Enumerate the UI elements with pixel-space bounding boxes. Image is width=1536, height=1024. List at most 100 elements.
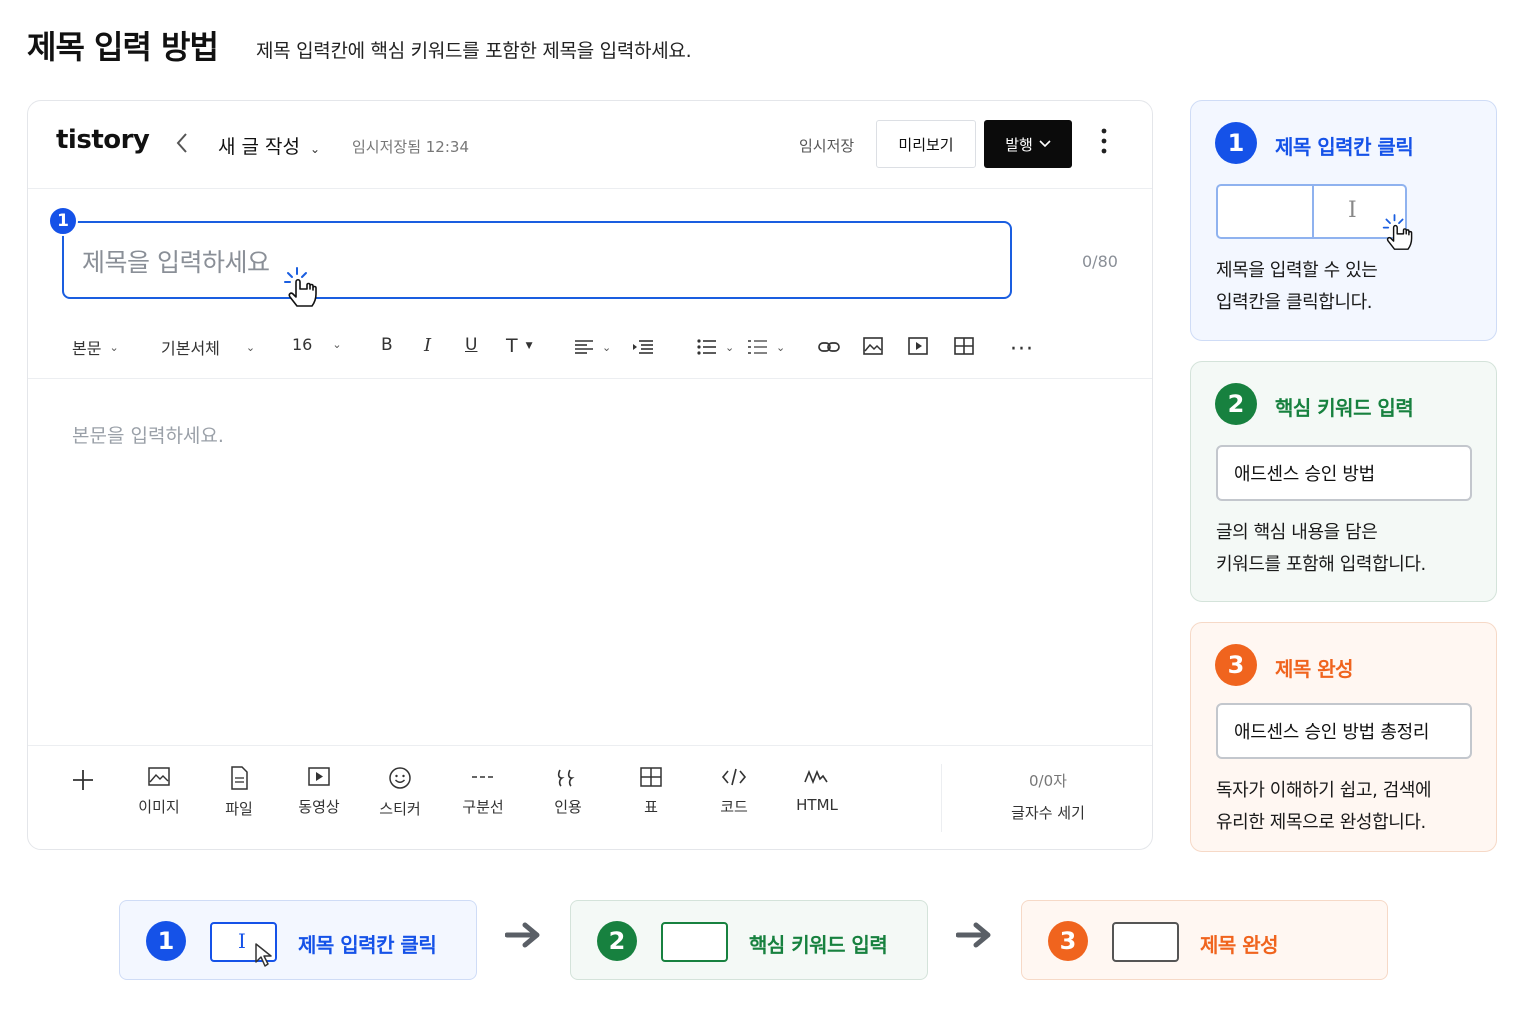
temp-save-button[interactable]: 임시저장: [799, 135, 854, 156]
publish-button[interactable]: 발행: [984, 120, 1072, 168]
hand-pointer-icon: [1381, 213, 1417, 257]
publish-label: 발행: [1005, 135, 1033, 154]
flow-step-number: 2: [597, 921, 637, 961]
flow-step-3: 3 제목 완성: [1021, 900, 1388, 980]
more-tools-icon[interactable]: ···: [1010, 337, 1034, 362]
step-card-1: 1 제목 입력칸 클릭 I 제목을 입력할 수 있는 입력칸을 클릭합니다.: [1190, 100, 1497, 341]
insert-label: 코드: [720, 798, 748, 816]
image-button[interactable]: [863, 337, 883, 355]
step-title: 제목 완성: [1275, 657, 1354, 681]
step-title: 제목 입력칸 클릭: [1275, 135, 1414, 159]
video-button[interactable]: [908, 337, 928, 355]
numbered-list-button[interactable]: ⌄: [748, 339, 785, 355]
image-icon: [863, 337, 883, 355]
insert-sticker-button[interactable]: 스티커: [360, 766, 440, 819]
indent-button[interactable]: [632, 339, 654, 355]
image-icon: [148, 767, 170, 786]
step-number: 3: [1215, 644, 1257, 686]
insert-video-button[interactable]: 동영상: [279, 766, 359, 817]
code-icon: [721, 768, 747, 786]
insert-file-button[interactable]: 파일: [199, 766, 279, 819]
font-family-select[interactable]: 기본서체 ⌄: [161, 335, 255, 359]
align-button[interactable]: ⌄: [574, 339, 611, 355]
underline-button[interactable]: U: [465, 335, 477, 355]
preview-button[interactable]: 미리보기: [876, 120, 976, 168]
bullet-list-icon: [697, 339, 716, 355]
plus-icon[interactable]: [72, 764, 94, 799]
font-size-value: 16: [292, 335, 313, 354]
title-placeholder: 제목을 입력하세요: [82, 248, 270, 277]
chevron-down-icon: ⌄: [725, 340, 735, 354]
insert-quote-button[interactable]: 인용: [528, 766, 608, 817]
input-illustration: [661, 922, 728, 962]
flow-step-number: 1: [146, 921, 186, 961]
font-family-value: 기본서체: [161, 339, 220, 358]
link-button[interactable]: [818, 338, 840, 356]
write-mode-dropdown[interactable]: 새 글 작성 ⌄: [218, 132, 320, 159]
chevron-down-icon: ⌄: [310, 142, 321, 156]
step-description: 제목을 입력할 수 있는 입력칸을 클릭합니다.: [1216, 255, 1486, 319]
paragraph-style-select[interactable]: 본문 ⌄: [72, 335, 119, 359]
chevron-down-icon: ⌄: [109, 340, 119, 354]
insert-divider-button[interactable]: 구분선: [443, 766, 523, 817]
step-badge: 1: [48, 206, 78, 236]
chevron-left-icon[interactable]: [174, 131, 190, 161]
format-toolbar: 본문 ⌄ 기본서체 ⌄ 16 ⌄ B I U T ▼ ⌄ ⌄ ⌄ ···: [28, 319, 1152, 379]
title-input[interactable]: 제목을 입력하세요: [62, 221, 1012, 299]
title-input-illustration: I: [1216, 184, 1407, 239]
insert-html-button[interactable]: HTML: [777, 766, 857, 814]
hand-pointer-icon: [282, 266, 322, 314]
insert-label: 구분선: [462, 798, 504, 816]
page-title: 제목 입력 방법: [27, 28, 219, 66]
italic-button[interactable]: I: [424, 335, 431, 356]
caret-down-icon: ▼: [525, 341, 533, 351]
step-description: 글의 핵심 내용을 담은 키워드를 포함해 입력합니다.: [1216, 517, 1486, 581]
step-description: 독자가 이해하기 쉽고, 검색에 유리한 제목으로 완성합니다.: [1216, 775, 1486, 839]
bold-button[interactable]: B: [381, 335, 393, 355]
font-size-select[interactable]: 16 ⌄: [292, 335, 342, 354]
write-mode-label: 새 글 작성: [218, 136, 300, 158]
title-char-count: 0/80: [1082, 252, 1118, 271]
tistory-logo[interactable]: tistory: [56, 125, 150, 155]
html-icon: [804, 769, 828, 785]
word-count-button[interactable]: 글자수 세기: [988, 802, 1108, 823]
bullet-list-button[interactable]: ⌄: [697, 339, 734, 355]
insert-image-button[interactable]: 이미지: [119, 766, 199, 817]
quote-icon: [557, 769, 575, 787]
page-subtitle: 제목 입력칸에 핵심 키워드를 포함한 제목을 입력하세요.: [256, 40, 692, 62]
text-caret: [1312, 186, 1314, 237]
text-style-button[interactable]: T ▼: [506, 335, 533, 357]
arrow-right-icon: [504, 920, 543, 957]
insert-label: HTML: [796, 796, 838, 814]
insert-code-button[interactable]: 코드: [694, 766, 774, 817]
align-left-icon: [575, 340, 593, 354]
body-placeholder[interactable]: 본문을 입력하세요.: [72, 421, 224, 448]
step-description-line: 독자가 이해하기 쉽고, 검색에: [1216, 780, 1432, 801]
input-illustration: [1112, 922, 1179, 962]
insert-table-button[interactable]: 표: [611, 766, 691, 817]
insert-bar: 이미지 파일 동영상 스티커 구분선 인용 표 코드 HTML 0/0자 글자수…: [28, 745, 1152, 851]
editor-window: tistory 새 글 작성 ⌄ 임시저장됨 12:34 임시저장 미리보기 발행…: [27, 100, 1153, 850]
chevron-down-icon: ⌄: [332, 338, 342, 351]
insert-label: 스티커: [379, 800, 421, 818]
step-description-line: 키워드를 포함해 입력합니다.: [1216, 554, 1426, 575]
step-description-line: 입력칸을 클릭합니다.: [1216, 292, 1373, 313]
kebab-icon[interactable]: [1100, 127, 1108, 159]
word-count-value: 0/0자: [1029, 772, 1067, 790]
step-description-line: 글의 핵심 내용을 담은: [1216, 522, 1378, 543]
input-illustration: I: [210, 922, 277, 967]
paragraph-style-value: 본문: [72, 339, 102, 358]
divider: [941, 764, 942, 832]
insert-label: 파일: [225, 800, 253, 818]
video-icon: [908, 337, 928, 355]
table-button[interactable]: [954, 337, 974, 355]
file-icon: [231, 766, 248, 790]
mouse-pointer-icon: [255, 943, 272, 967]
editor-topbar: tistory 새 글 작성 ⌄ 임시저장됨 12:34 임시저장 미리보기 발행: [28, 101, 1152, 189]
step-number: 1: [1215, 122, 1257, 164]
text-cursor-icon: I: [1348, 198, 1357, 223]
table-icon: [954, 337, 974, 355]
final-title-sample: 애드센스 승인 방법 총정리: [1216, 703, 1472, 759]
numbered-list-icon: [748, 340, 767, 354]
chevron-down-icon: ⌄: [776, 340, 786, 354]
